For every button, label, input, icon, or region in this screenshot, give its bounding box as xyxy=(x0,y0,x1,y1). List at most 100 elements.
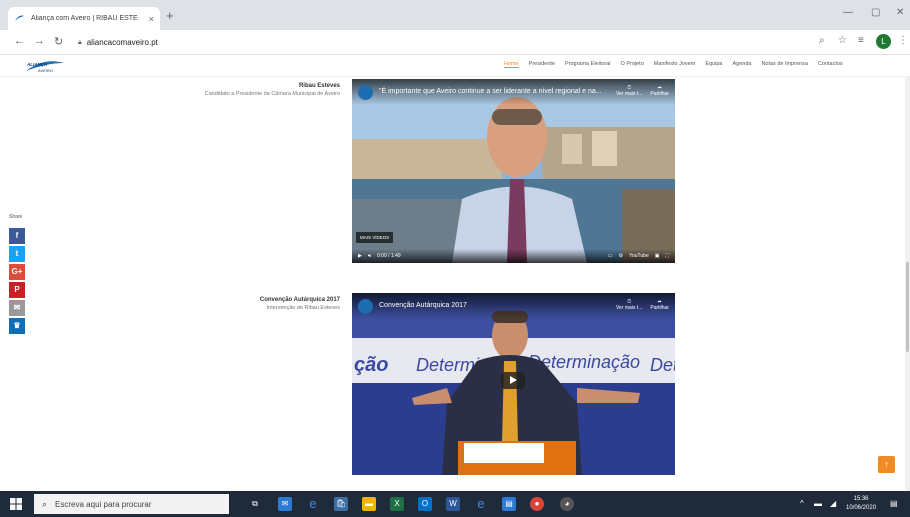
email-share-icon[interactable]: ✉ xyxy=(9,300,25,316)
battery-icon[interactable]: ▬ xyxy=(814,499,822,508)
lock-icon: 🔒︎ xyxy=(78,38,82,46)
browser-tab[interactable]: Aliança com Aveiro | RIBAU ESTE × xyxy=(8,7,160,30)
video-1-caption-title: Ribau Esteves xyxy=(298,83,340,89)
share-video-button[interactable]: ➦ Partilhar xyxy=(650,299,669,311)
video-1-controls: ▶ 🔊︎ 0:00 / 1:49 ▭ ⚙ YouTube ▣ ⛶ xyxy=(352,249,675,263)
video-1-thumbnail xyxy=(352,79,675,263)
channel-avatar[interactable] xyxy=(358,85,373,100)
app-icon[interactable]: ◕ xyxy=(560,497,574,511)
forward-arrow-icon[interactable]: → xyxy=(34,35,45,47)
internet-explorer-icon[interactable]: e xyxy=(474,497,488,511)
close-window-button[interactable]: ✕ xyxy=(896,7,904,18)
nav-o-projeto[interactable]: O Projeto xyxy=(621,61,644,68)
menu-icon[interactable]: ⋮ xyxy=(898,35,908,46)
site-favicon-icon xyxy=(15,15,24,21)
watch-later-button[interactable]: 🕑︎ Ver mais t... xyxy=(616,299,642,311)
tab-close-icon[interactable]: × xyxy=(149,14,154,24)
back-arrow-icon[interactable]: ← xyxy=(14,35,25,47)
twitter-share-icon[interactable]: t xyxy=(9,246,25,262)
nav-programa-eleitoral[interactable]: Programa Eleitoral xyxy=(565,61,611,68)
outlook-app-icon[interactable]: O xyxy=(418,497,432,511)
site-logo[interactable]: ALIANÇA AVEIRO xyxy=(24,57,66,75)
tray-chevron-icon[interactable]: ^ xyxy=(800,499,804,508)
reading-list-icon[interactable]: ≡ xyxy=(858,35,864,46)
video-2-caption-title: Convenção Autárquica 2017 xyxy=(259,297,340,303)
facebook-share-icon[interactable]: f xyxy=(9,228,25,244)
chrome-app-icon[interactable]: ● xyxy=(530,497,544,511)
taskbar-clock[interactable]: 15:36 10/06/2020 xyxy=(846,495,876,513)
nav-contactos[interactable]: Contactos xyxy=(818,61,843,68)
video-1-caption: Ribau Esteves Candidato a Presidente da … xyxy=(200,82,340,98)
play-icon[interactable]: ▶ xyxy=(358,253,362,259)
channel-avatar[interactable] xyxy=(358,299,373,314)
settings-gear-icon[interactable]: ⚙ xyxy=(619,253,623,259)
video-1-title[interactable]: "É importante que Aveiro continue a ser … xyxy=(379,85,608,95)
reload-icon[interactable]: ↻ xyxy=(54,35,63,48)
banner-far-text: Dete xyxy=(650,355,675,375)
cast-icon[interactable]: ▣ xyxy=(655,253,660,259)
google-plus-share-icon[interactable]: G+ xyxy=(9,264,25,280)
video-2-topbar: Convenção Autárquica 2017 🕑︎ Ver mais t..… xyxy=(352,293,675,319)
youtube-logo[interactable]: YouTube xyxy=(629,253,649,259)
video-1-caption-text: Candidato a Presidente da Câmara Municip… xyxy=(204,91,340,97)
tab-bar: Aliança com Aveiro | RIBAU ESTE × + — ▢ … xyxy=(0,0,910,30)
clock-date: 10/06/2020 xyxy=(846,505,877,511)
nav-presidente[interactable]: Presidente xyxy=(529,61,555,68)
share-video-button[interactable]: ➦ Partilhar xyxy=(650,85,669,97)
network-icon[interactable]: ◢ xyxy=(830,499,836,508)
windows-taskbar: ⌕ Escreva aqui para procurar ⧉ ✉ e 🛍︎ ▬ … xyxy=(0,491,910,517)
video-1-player[interactable]: "É importante que Aveiro continue a ser … xyxy=(352,79,675,263)
taskbar-search[interactable]: ⌕ Escreva aqui para procurar xyxy=(34,494,229,514)
nav-home[interactable]: Home xyxy=(504,61,519,68)
share-label: Share xyxy=(9,214,23,220)
svg-text:ALIANÇA: ALIANÇA xyxy=(26,62,47,67)
edge-app-icon[interactable]: e xyxy=(306,497,320,511)
video-2-caption: Convenção Autárquica 2017 Intervenção de… xyxy=(200,296,340,312)
url-text: aliancacomaveiro.pt xyxy=(86,38,158,47)
play-button[interactable] xyxy=(501,372,525,389)
address-bar: ← → ↻ 🔒︎ aliancacomaveiro.pt ⌕ ☆ ≡ ⋮ xyxy=(0,30,910,55)
clock-time: 15:36 xyxy=(853,496,869,502)
video-1-topbar: "É importante que Aveiro continue a ser … xyxy=(352,79,675,105)
pinterest-share-icon[interactable]: P xyxy=(9,282,25,298)
video-2-caption-text: Intervenção de Ribau Esteves xyxy=(266,305,340,311)
svg-text:AVEIRO: AVEIRO xyxy=(37,68,53,73)
profile-avatar[interactable]: L xyxy=(876,34,891,49)
video-2-player[interactable]: ção Determin Determinação Dete Convenção… xyxy=(352,293,675,475)
excel-app-icon[interactable]: X xyxy=(390,497,404,511)
maximize-button[interactable]: ▢ xyxy=(871,7,880,18)
site-nav: Home Presidente Programa Eleitoral O Pro… xyxy=(504,61,843,68)
back-to-top-button[interactable]: ↑ xyxy=(878,456,895,473)
video-1-time: 0:00 / 1:49 xyxy=(377,253,401,259)
more-videos-button[interactable]: MAIS VÍDEOS xyxy=(356,232,394,243)
file-explorer-icon[interactable]: ▬ xyxy=(362,497,376,511)
nav-manifesto-jovem[interactable]: Manifesto Jovem xyxy=(654,61,696,68)
zoom-icon[interactable]: ⌕ xyxy=(819,35,825,46)
notifications-icon[interactable]: ▤ xyxy=(890,499,898,508)
watch-later-button[interactable]: 🕑︎ Ver mais t... xyxy=(616,85,642,97)
nav-notas-de-imprensa[interactable]: Notas de Imprensa xyxy=(761,61,807,68)
crown-share-icon[interactable]: ♛ xyxy=(9,318,25,334)
task-view-icon[interactable]: ⧉ xyxy=(248,497,262,511)
word-app-icon[interactable]: W xyxy=(446,497,460,511)
subtitles-icon[interactable]: ▭ xyxy=(608,253,613,259)
store-app-icon[interactable]: 🛍︎ xyxy=(334,497,348,511)
fullscreen-icon[interactable]: ⛶ xyxy=(665,253,669,259)
volume-icon[interactable]: 🔊︎ xyxy=(368,253,371,259)
windows-start-icon[interactable] xyxy=(10,498,22,510)
search-icon: ⌕ xyxy=(42,498,48,509)
search-placeholder: Escreva aqui para procurar xyxy=(55,499,152,509)
new-tab-button[interactable]: + xyxy=(166,8,174,23)
scrollbar-thumb[interactable] xyxy=(906,262,909,352)
nav-agenda[interactable]: Agenda xyxy=(732,61,751,68)
site-header: ALIANÇA AVEIRO Home Presidente Programa … xyxy=(0,55,910,77)
url-field[interactable]: 🔒︎ aliancacomaveiro.pt xyxy=(78,34,808,51)
mail-app-icon[interactable]: ✉ xyxy=(278,497,292,511)
banner-left-text: ção xyxy=(354,354,388,376)
tab-title: Aliança com Aveiro | RIBAU ESTE xyxy=(31,15,138,22)
photos-app-icon[interactable]: ▤ xyxy=(502,497,516,511)
nav-equipa[interactable]: Equipa xyxy=(705,61,722,68)
minimize-button[interactable]: — xyxy=(843,7,853,18)
bookmark-star-icon[interactable]: ☆ xyxy=(838,35,847,46)
video-2-title[interactable]: Convenção Autárquica 2017 xyxy=(379,299,608,309)
